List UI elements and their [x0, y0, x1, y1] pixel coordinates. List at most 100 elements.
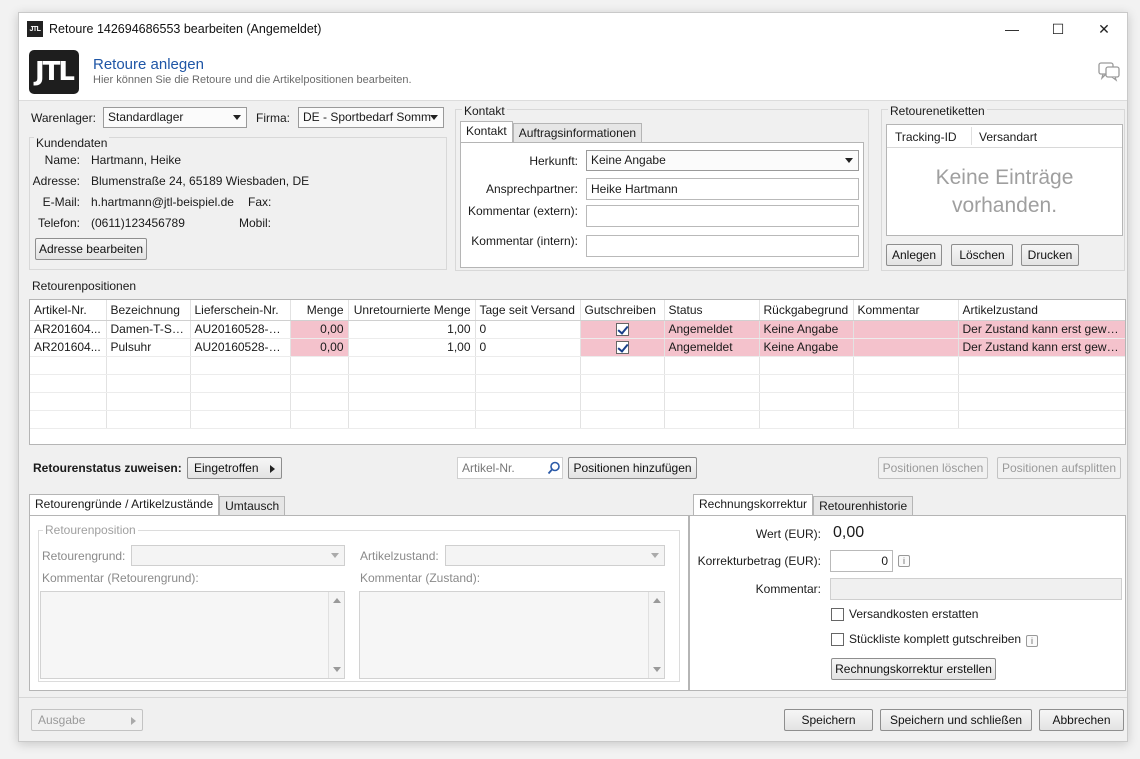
- korrektur-input[interactable]: 0: [830, 550, 893, 572]
- kommentar-zustand-textarea[interactable]: [359, 591, 665, 679]
- cell-rueckgabegrund[interactable]: Keine Angabe: [759, 338, 854, 357]
- eingetroffen-button[interactable]: Eingetroffen: [187, 457, 282, 479]
- kommentar-zustand-label: Kommentar (Zustand):: [360, 571, 481, 585]
- stueckliste-checkbox[interactable]: [831, 633, 844, 646]
- cell-lieferschein-nr: AU20160528-001: [190, 320, 291, 339]
- cell-artikel-nr: AR201604...: [30, 338, 107, 357]
- tab-retourengruende[interactable]: Retourengründe / Artikelzustände: [29, 494, 220, 516]
- retourengruende-panel: Retourenposition Retourengrund: Artikelz…: [29, 515, 689, 691]
- warenlager-label: Warenlager:: [31, 111, 96, 125]
- cell-artikelzustand[interactable]: Der Zustand kann erst gewä...: [958, 320, 1125, 339]
- tab-retourenhistorie[interactable]: Retourenhistorie: [813, 496, 914, 516]
- positionen-loeschen-button[interactable]: Positionen löschen: [878, 457, 988, 479]
- search-icon[interactable]: [547, 461, 561, 475]
- cell-artikelzustand[interactable]: Der Zustand kann erst gewä...: [958, 338, 1125, 357]
- cell-rueckgabegrund[interactable]: Keine Angabe: [759, 320, 854, 339]
- positionen-hinzufuegen-button[interactable]: Positionen hinzufügen: [568, 457, 697, 479]
- name-value: Hartmann, Heike: [91, 153, 182, 167]
- info-icon[interactable]: i: [898, 555, 910, 567]
- versandkosten-checkbox[interactable]: [831, 608, 844, 621]
- kommentar-input[interactable]: [830, 578, 1122, 600]
- adresse-value: Blumenstraße 24, 65189 Wiesbaden, DE: [91, 174, 310, 188]
- herkunft-select[interactable]: Keine Angabe: [586, 150, 859, 171]
- cell-kommentar[interactable]: [853, 320, 959, 339]
- ansprechpartner-input[interactable]: Heike Hartmann: [586, 178, 859, 200]
- ausgabe-button[interactable]: Ausgabe: [31, 709, 143, 731]
- etiketten-empty-line2: vorhanden.: [951, 194, 1058, 217]
- positionen-aufsplitten-button[interactable]: Positionen aufsplitten: [997, 457, 1121, 479]
- tab-auftragsinformationen[interactable]: Auftragsinformationen: [512, 123, 643, 143]
- chevron-right-icon: [131, 717, 136, 725]
- col-rueckgabegrund[interactable]: Rückgabegrund: [759, 300, 854, 321]
- cell-unretournierte-menge: 1,00: [348, 338, 476, 357]
- kontakt-tabs: Kontakt Auftragsinformationen: [460, 121, 643, 143]
- col-artikelzustand[interactable]: Artikelzustand: [958, 300, 1125, 321]
- kommentar-extern-input[interactable]: [586, 205, 859, 227]
- kontakt-group: Kontakt Kontakt Auftragsinformationen He…: [455, 104, 869, 271]
- retourenposition-title: Retourenposition: [43, 523, 138, 537]
- help-chat-icon[interactable]: [1097, 60, 1121, 82]
- etikett-loeschen-button[interactable]: Löschen: [951, 244, 1013, 266]
- anlegen-button[interactable]: Anlegen: [886, 244, 942, 266]
- retourenetiketten-group: Retourenetiketten Tracking-ID Versandart…: [881, 104, 1125, 271]
- speichern-schliessen-button[interactable]: Speichern und schließen: [880, 709, 1032, 731]
- kommentar-extern-label: Kommentar (extern):: [467, 204, 578, 218]
- cell-menge[interactable]: 0,00: [290, 338, 349, 357]
- adresse-bearbeiten-button[interactable]: Adresse bearbeiten: [35, 238, 147, 260]
- col-menge[interactable]: Menge: [290, 300, 349, 321]
- warenlager-select[interactable]: Standardlager: [103, 107, 247, 128]
- drucken-button[interactable]: Drucken: [1021, 244, 1079, 266]
- abbrechen-button[interactable]: Abbrechen: [1039, 709, 1124, 731]
- firma-select[interactable]: DE - Sportbedarf Somm: [298, 107, 444, 128]
- rechnungskorrektur-erstellen-button[interactable]: Rechnungskorrektur erstellen: [831, 658, 996, 680]
- chevron-down-icon: [430, 115, 438, 120]
- col-tage-seit-versand[interactable]: Tage seit Versand: [475, 300, 581, 321]
- table-row[interactable]: AR201604... Damen-T-Shi... AU20160528-00…: [30, 320, 1125, 339]
- speichern-button[interactable]: Speichern: [784, 709, 873, 731]
- email-label: E-Mail:: [42, 195, 80, 209]
- table-row[interactable]: AR201604... Pulsuhr AU20160528-001 0,00 …: [30, 338, 1125, 357]
- retourengrund-select[interactable]: [131, 545, 345, 566]
- stueckliste-label[interactable]: Stückliste komplett gutschreiben: [849, 632, 1021, 646]
- email-value: h.hartmann@jtl-beispiel.de: [91, 195, 234, 209]
- cell-menge[interactable]: 0,00: [290, 320, 349, 339]
- cell-gutschreiben: [580, 338, 665, 357]
- scrollbar[interactable]: [648, 592, 664, 678]
- artikelzustand-select[interactable]: [445, 545, 665, 566]
- etiketten-empty-line1: Keine Einträge: [935, 166, 1074, 189]
- versandkosten-label[interactable]: Versandkosten erstatten: [849, 607, 978, 621]
- kommentar-grund-label: Kommentar (Retourengrund):: [42, 571, 199, 585]
- cell-artikel-nr: AR201604...: [30, 320, 107, 339]
- minimize-button[interactable]: —: [989, 13, 1035, 45]
- col-artikel-nr[interactable]: Artikel-Nr.: [30, 300, 107, 321]
- kommentar-grund-textarea[interactable]: [40, 591, 345, 679]
- rechnungskorrektur-panel: Wert (EUR): 0,00 Korrekturbetrag (EUR): …: [689, 515, 1126, 691]
- col-status[interactable]: Status: [664, 300, 760, 321]
- cell-kommentar[interactable]: [853, 338, 959, 357]
- window-title: Retoure 142694686553 bearbeiten (Angemel…: [49, 22, 322, 36]
- chevron-down-icon: [651, 553, 659, 558]
- retourenstatus-label: Retourenstatus zuweisen:: [33, 461, 182, 475]
- tab-kontakt[interactable]: Kontakt: [460, 121, 513, 143]
- maximize-button[interactable]: ☐: [1035, 13, 1081, 45]
- kommentar-intern-input[interactable]: [586, 235, 859, 257]
- close-button[interactable]: ✕: [1081, 13, 1127, 45]
- scrollbar[interactable]: [328, 592, 344, 678]
- firma-value: DE - Sportbedarf Somm: [303, 110, 432, 124]
- cell-status: Angemeldet: [664, 338, 760, 357]
- tab-umtausch[interactable]: Umtausch: [219, 496, 286, 516]
- col-kommentar[interactable]: Kommentar: [853, 300, 959, 321]
- gutschreiben-checkbox[interactable]: [615, 323, 629, 337]
- col-lieferschein-nr[interactable]: Lieferschein-Nr.: [190, 300, 291, 321]
- col-unretournierte-menge[interactable]: Unretournierte Menge: [348, 300, 476, 321]
- col-gutschreiben[interactable]: Gutschreiben: [580, 300, 665, 321]
- chevron-down-icon: [233, 115, 241, 120]
- info-icon[interactable]: i: [1026, 635, 1038, 647]
- warenlager-value: Standardlager: [108, 110, 184, 124]
- tab-rechnungskorrektur[interactable]: Rechnungskorrektur: [693, 494, 814, 516]
- col-bezeichnung[interactable]: Bezeichnung: [106, 300, 191, 321]
- col-versandart: Versandart: [979, 130, 1038, 144]
- telefon-label: Telefon:: [37, 216, 80, 230]
- retoure-window: JTL Retoure 142694686553 bearbeiten (Ang…: [18, 12, 1128, 742]
- gutschreiben-checkbox[interactable]: [615, 341, 629, 355]
